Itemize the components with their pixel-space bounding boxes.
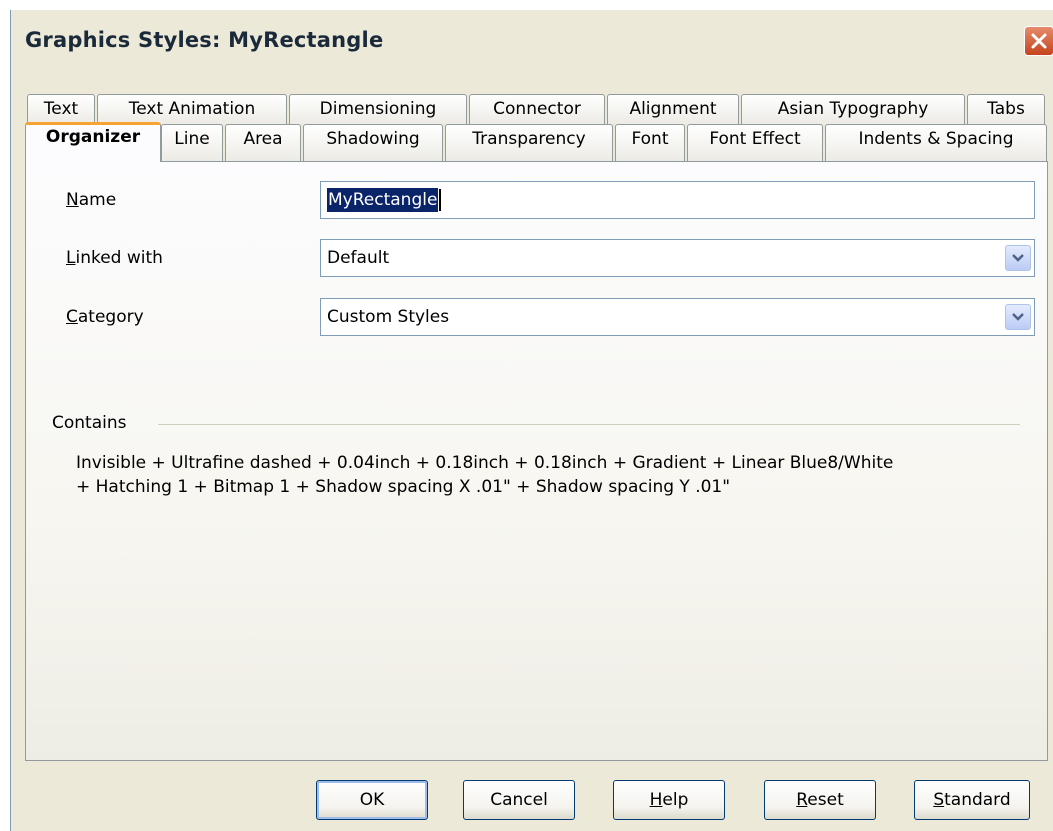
reset-label: Reset [796,790,844,810]
ok-button[interactable]: OK [316,780,428,820]
reset-button[interactable]: Reset [764,780,876,820]
tab-text-animation[interactable]: Text Animation [97,94,287,124]
organizer-panel: Name MyRectangle Linked with Default Cat… [25,161,1048,761]
close-icon [1031,33,1047,49]
tab-organizer[interactable]: Organizer [25,122,161,162]
tab-area[interactable]: Area [225,124,301,161]
chevron-down-icon [1012,254,1024,262]
help-button[interactable]: Help [613,780,725,820]
title-bar[interactable]: Graphics Styles: MyRectangle [11,10,1053,74]
name-label: Name [66,190,117,210]
standard-label: Standard [933,790,1011,810]
standard-button[interactable]: Standard [914,780,1030,820]
cancel-button[interactable]: Cancel [463,780,575,820]
tab-asian-typography[interactable]: Asian Typography [741,94,965,124]
tab-text[interactable]: Text [27,94,95,124]
tab-shadowing[interactable]: Shadowing [303,124,443,161]
category-label: Category [66,307,144,327]
tab-transparency[interactable]: Transparency [445,124,613,161]
close-button[interactable] [1024,26,1053,56]
tab-tabs[interactable]: Tabs [967,94,1045,124]
contains-description: Invisible + Ultrafine dashed + 0.04inch … [76,451,1026,499]
dialog-window: Graphics Styles: MyRectangle Text Text A… [10,10,1053,831]
contains-divider [158,424,1020,425]
tab-dimensioning[interactable]: Dimensioning [289,94,467,124]
contains-label: Contains [52,413,127,433]
linked-with-dropdown-button[interactable] [1005,245,1031,271]
name-input[interactable]: MyRectangle [320,181,1035,219]
help-label: Help [649,790,689,810]
linked-with-label: Linked with [66,248,163,268]
tab-indents-spacing[interactable]: Indents & Spacing [825,124,1047,161]
category-value: Custom Styles [327,307,450,327]
window-title: Graphics Styles: MyRectangle [25,28,384,52]
contains-line-2: + Hatching 1 + Bitmap 1 + Shadow spacing… [76,477,731,497]
linked-with-select[interactable]: Default [320,239,1035,277]
text-caret [439,189,442,211]
tab-font[interactable]: Font [615,124,685,161]
category-select[interactable]: Custom Styles [320,298,1035,336]
chevron-down-icon [1012,313,1024,321]
tab-connector[interactable]: Connector [469,94,605,124]
category-dropdown-button[interactable] [1005,304,1031,330]
name-value: MyRectangle [327,188,439,212]
linked-with-value: Default [327,248,390,268]
tab-font-effect[interactable]: Font Effect [687,124,823,161]
contains-line-1: Invisible + Ultrafine dashed + 0.04inch … [76,453,894,473]
tab-alignment[interactable]: Alignment [607,94,739,124]
tab-line[interactable]: Line [161,124,223,161]
